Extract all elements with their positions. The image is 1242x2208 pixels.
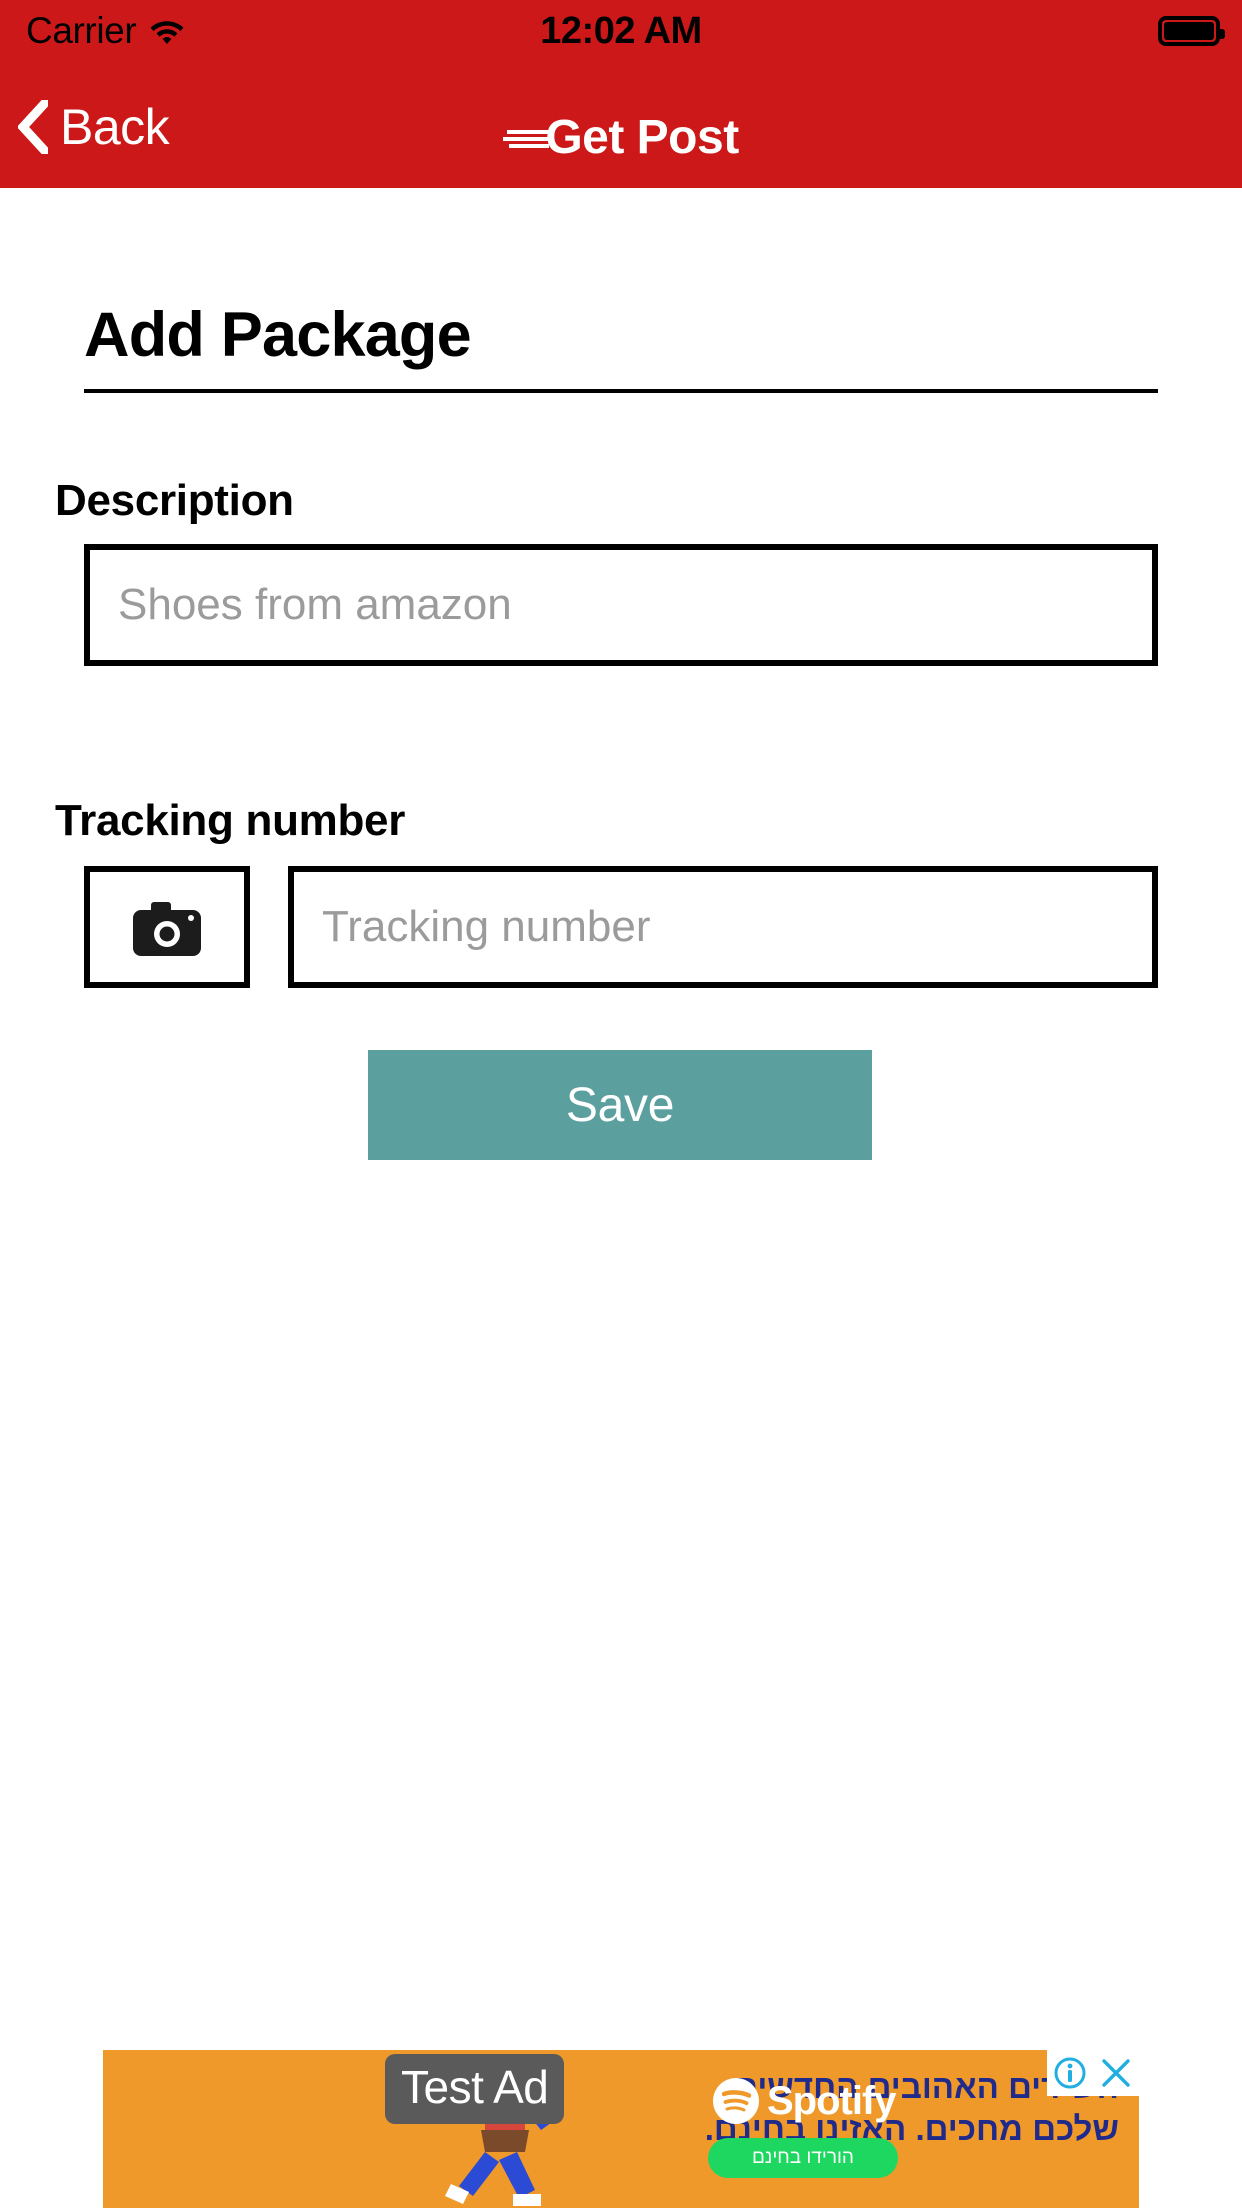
nav-bar: Back Get Post [0, 62, 1242, 188]
ad-cta-label: הורידו בחינם [752, 2147, 854, 2168]
camera-icon [131, 898, 203, 956]
status-bar-clock: 12:02 AM [540, 9, 702, 52]
app-logo: Get Post [0, 110, 1242, 165]
spotify-wordmark: Spotify [767, 2078, 897, 2123]
app-root: Carrier 12:02 AM Back Get Post Add Packa… [0, 0, 1242, 2208]
ad-close-button[interactable] [1093, 2050, 1139, 2096]
ad-controls [1047, 2050, 1139, 2096]
ad-info-button[interactable] [1047, 2050, 1093, 2096]
ad-cta-button[interactable]: הורידו בחינם [708, 2138, 898, 2178]
page-title-container: Add Package [84, 299, 1158, 393]
camera-scan-button[interactable] [84, 866, 250, 988]
close-icon [1102, 2059, 1130, 2087]
info-icon [1054, 2057, 1086, 2089]
description-input[interactable] [84, 544, 1158, 666]
tracking-number-input[interactable] [288, 866, 1158, 988]
app-logo-text: Get Post [545, 111, 739, 164]
spotify-icon [713, 2078, 759, 2124]
ad-brand: Spotify [713, 2078, 897, 2124]
status-bar: Carrier 12:02 AM [0, 0, 1242, 62]
tracking-number-label: Tracking number [55, 796, 406, 845]
save-button[interactable]: Save [368, 1050, 872, 1160]
save-button-label: Save [565, 1078, 675, 1132]
page-title: Add Package [84, 300, 472, 370]
description-label: Description [55, 476, 294, 525]
speed-lines-icon [503, 123, 550, 157]
test-ad-badge: Test Ad [385, 2054, 565, 2124]
ad-banner[interactable]: השירים האהובים החדשים שלכם מחכים. האזינו… [103, 2050, 1139, 2208]
battery-full-icon [1158, 16, 1225, 46]
